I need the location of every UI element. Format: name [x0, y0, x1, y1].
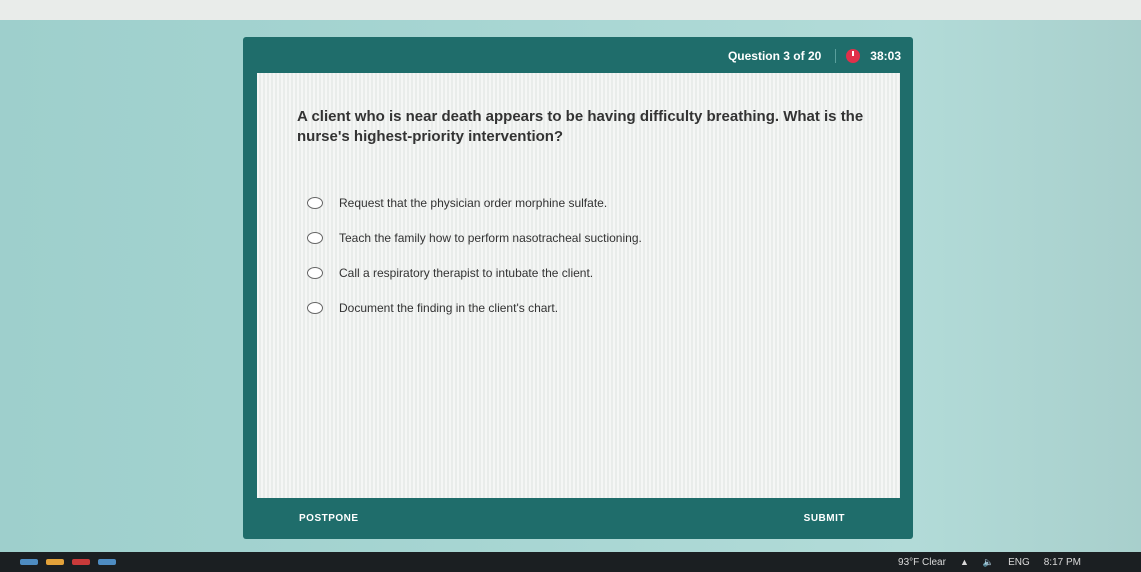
question-panel: A client who is near death appears to be…: [257, 73, 900, 498]
speaker-icon[interactable]: 🔈: [983, 557, 994, 568]
taskbar: 93°F Clear ▲ 🔈 ENG 8:17 PM: [0, 552, 1141, 572]
answer-option-4[interactable]: Document the finding in the client's cha…: [307, 290, 860, 325]
chevron-up-icon[interactable]: ▲: [960, 557, 969, 567]
radio-button[interactable]: [307, 196, 323, 209]
answer-option-label: Call a respiratory therapist to intubate…: [339, 265, 594, 280]
quiz-footer: POSTPONE SUBMIT: [243, 498, 913, 539]
taskbar-apps: [0, 559, 898, 565]
timer-icon: [846, 49, 861, 63]
radio-button[interactable]: [307, 301, 323, 314]
language-indicator[interactable]: ENG: [1008, 557, 1030, 568]
postpone-button[interactable]: POSTPONE: [299, 513, 359, 524]
clock[interactable]: 8:17 PM: [1044, 557, 1081, 568]
answer-option-3[interactable]: Call a respiratory therapist to intubate…: [307, 255, 860, 290]
answer-option-label: Teach the family how to perform nasotrac…: [339, 230, 642, 245]
quiz-header: Question 3 of 20 38:03: [243, 37, 913, 75]
answer-option-1[interactable]: Request that the physician order morphin…: [307, 185, 860, 220]
question-counter: Question 3 of 20: [728, 49, 837, 63]
timer-text: 38:03: [870, 49, 901, 63]
radio-button[interactable]: [307, 231, 323, 244]
answer-option-label: Document the finding in the client's cha…: [339, 300, 559, 315]
radio-button[interactable]: [307, 266, 323, 279]
system-tray: 93°F Clear ▲ 🔈 ENG 8:17 PM: [898, 557, 1141, 568]
answer-option-2[interactable]: Teach the family how to perform nasotrac…: [307, 220, 860, 255]
taskbar-app-icon[interactable]: [98, 559, 116, 565]
weather-label[interactable]: 93°F Clear: [898, 557, 946, 568]
answer-options: Request that the physician order morphin…: [297, 185, 860, 325]
taskbar-app-icon[interactable]: [46, 559, 64, 565]
taskbar-app-icon[interactable]: [20, 559, 38, 565]
answer-option-label: Request that the physician order morphin…: [339, 195, 608, 210]
question-text: A client who is near death appears to be…: [297, 108, 864, 145]
quiz-window: Question 3 of 20 38:03 A client who is n…: [243, 37, 913, 539]
submit-button[interactable]: SUBMIT: [791, 505, 857, 532]
taskbar-app-icon[interactable]: [72, 559, 90, 565]
